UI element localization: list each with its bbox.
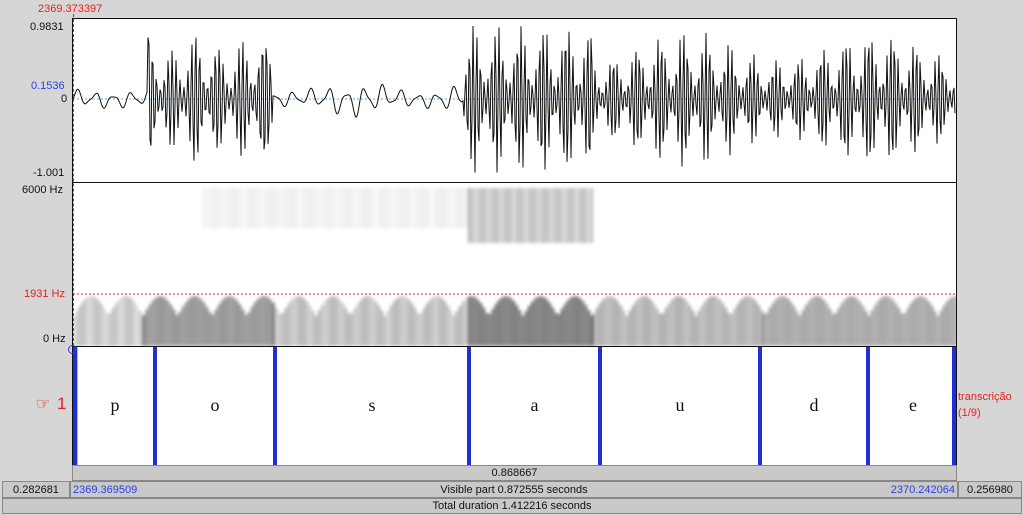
right-hidden-bar[interactable]: 0.256980 <box>958 481 1022 498</box>
tier-name: transcrição <box>958 391 1012 403</box>
spectrogram-energy <box>73 188 956 346</box>
visible-part-bar[interactable]: 2369.369509 Visible part 0.872555 second… <box>70 481 958 498</box>
right-hidden-duration: 0.256980 <box>967 483 1013 496</box>
interval-label[interactable]: a <box>531 395 539 416</box>
interval-boundary[interactable] <box>952 347 956 465</box>
visible-end-time: 2370.242064 <box>890 483 955 496</box>
cursor-time-label: 2369.373397 <box>38 3 103 15</box>
spectrogram-panel[interactable] <box>72 182 957 347</box>
total-duration-bar[interactable]: Total duration 1.412216 seconds <box>2 498 1022 514</box>
total-duration-label: Total duration 1.412216 seconds <box>432 500 592 512</box>
spectrogram-cursor-label: 1931 Hz <box>24 288 65 300</box>
interval-boundary[interactable] <box>467 347 471 465</box>
selection-duration: 0.868667 <box>491 467 538 479</box>
interval-label[interactable]: d <box>810 395 819 416</box>
interval-boundary[interactable] <box>598 347 602 465</box>
interval-boundary[interactable] <box>866 347 870 465</box>
interval-label[interactable]: u <box>676 395 685 416</box>
waveform-cursor-label: 0.1536 <box>31 80 65 92</box>
interval-boundary[interactable] <box>758 347 762 465</box>
interval-boundary[interactable] <box>73 347 77 465</box>
visible-start-time: 2369.369509 <box>73 483 138 496</box>
cursor-handle-icon[interactable] <box>68 345 77 354</box>
selection-duration-bar[interactable]: 0.868667 <box>72 465 957 481</box>
textgrid-tier[interactable]: posaude <box>72 346 957 466</box>
spectrogram-top-label: 6000 Hz <box>22 184 63 196</box>
interval-boundary[interactable] <box>153 347 157 465</box>
time-cursor-line[interactable] <box>73 14 74 346</box>
spectrogram-bottom-label: 0 Hz <box>43 333 66 345</box>
interval-label[interactable]: e <box>909 395 917 416</box>
waveform-zero-label: 0 <box>61 93 68 105</box>
left-hidden-bar[interactable]: 0.282681 <box>2 481 70 498</box>
interval-label[interactable]: s <box>368 395 375 416</box>
interval-boundary[interactable] <box>273 347 277 465</box>
tier-pointer-icon: ☞ <box>36 396 51 413</box>
left-hidden-duration: 0.282681 <box>13 483 59 496</box>
visible-part-label: Visible part 0.872555 seconds <box>440 483 588 496</box>
tier-number: 1 <box>57 394 67 413</box>
waveform-min-label: -1.001 <box>33 167 65 179</box>
spectrogram-plot <box>73 188 956 346</box>
interval-label[interactable]: p <box>111 395 120 416</box>
waveform-plot <box>73 25 956 173</box>
waveform-panel[interactable] <box>72 18 957 183</box>
tier-count: (1/9) <box>958 407 981 419</box>
waveform-max-label: 0.9831 <box>30 21 64 33</box>
interval-label[interactable]: o <box>211 395 220 416</box>
